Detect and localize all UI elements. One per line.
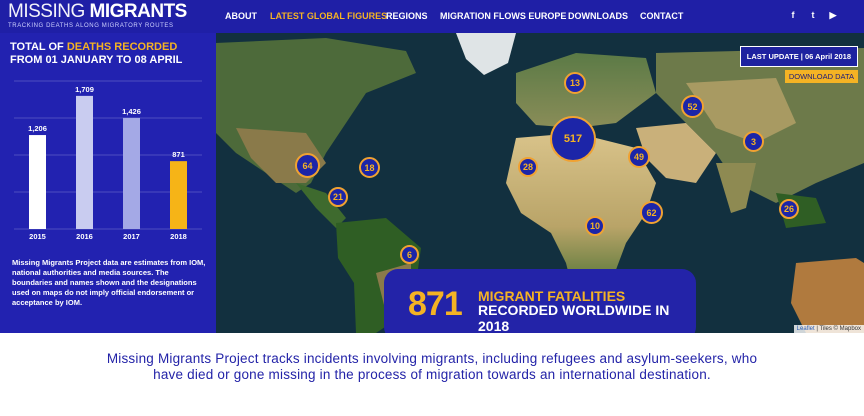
fatalities-banner: 871 MIGRANT FATALITIES RECORDED WORLDWID… xyxy=(384,269,696,333)
map-marker[interactable]: 64 xyxy=(295,153,320,178)
totals-panel: TOTAL OF DEATHS RECORDED FROM 01 JANUARY… xyxy=(0,33,216,333)
logo-text-missing: MISSING xyxy=(8,1,85,22)
chart-tick-label: 2017 xyxy=(123,232,140,241)
map-marker[interactable]: 13 xyxy=(564,72,586,94)
fatalities-count: 871 xyxy=(408,285,463,323)
chart-tick-label: 2018 xyxy=(170,232,187,241)
chart-value-label: 1,426 xyxy=(122,107,141,116)
map-marker[interactable]: 49 xyxy=(628,146,650,168)
nav-regions[interactable]: REGIONS xyxy=(386,11,428,21)
chart-value-label: 1,206 xyxy=(28,124,47,133)
chart-bar-2016[interactable] xyxy=(76,95,93,229)
chart-bar-2017[interactable] xyxy=(123,117,140,229)
chart-value-label: 1,709 xyxy=(75,85,94,94)
leaflet-link[interactable]: Leaflet xyxy=(797,326,815,332)
nav-migration-flows-europe[interactable]: MIGRATION FLOWS EUROPE xyxy=(440,11,566,21)
map-marker[interactable]: 3 xyxy=(743,131,764,152)
download-data-button[interactable]: DOWNLOAD DATA xyxy=(784,70,858,83)
map-marker[interactable]: 62 xyxy=(640,201,663,224)
disclaimer-note: Missing Migrants Project data are estima… xyxy=(12,258,206,307)
fatalities-subtitle: RECORDED WORLDWIDE IN 2018 xyxy=(478,302,670,333)
chart-value-label: 871 xyxy=(172,150,185,159)
nav-latest-global-figures[interactable]: LATEST GLOBAL FIGURES xyxy=(270,11,387,21)
nav-contact[interactable]: CONTACT xyxy=(640,11,683,21)
map-marker[interactable]: 517 xyxy=(550,116,596,162)
logo-text-migrants: MIGRANTS xyxy=(89,1,188,22)
nav-downloads[interactable]: DOWNLOADS xyxy=(568,11,628,21)
chart-tick-label: 2016 xyxy=(76,232,93,241)
map-marker[interactable]: 28 xyxy=(518,157,538,177)
attribution-text: | Tiles © Mapbox xyxy=(816,326,861,332)
map-marker[interactable]: 6 xyxy=(400,245,419,264)
top-navbar: MISSING MIGRANTS TRACKING DEATHS ALONG M… xyxy=(0,0,864,33)
last-update-label: LAST UPDATE | 06 April 2018 xyxy=(739,46,858,67)
chart-bar-2018[interactable] xyxy=(170,161,187,229)
youtube-icon[interactable]: ▶ xyxy=(827,10,839,22)
map-marker[interactable]: 52 xyxy=(681,95,704,118)
project-description: Missing Migrants Project tracks incident… xyxy=(106,351,758,382)
chart-bar-2015[interactable] xyxy=(29,135,46,229)
site-logo[interactable]: MISSING MIGRANTS TRACKING DEATHS ALONG M… xyxy=(8,1,188,30)
twitter-icon[interactable]: t xyxy=(807,10,819,22)
map-marker[interactable]: 26 xyxy=(779,199,799,219)
map-marker[interactable]: 18 xyxy=(359,157,380,178)
world-map[interactable]: 13 52 517 3 64 18 28 49 21 62 10 26 6 LA… xyxy=(216,33,864,333)
logo-tagline: TRACKING DEATHS ALONG MIGRATORY ROUTES xyxy=(8,23,174,29)
map-attribution: Leaflet | Tiles © Mapbox xyxy=(793,325,864,333)
deaths-bar-chart: 1,206 2015 1,709 2016 1,426 2017 871 2018 xyxy=(14,80,202,241)
facebook-icon[interactable]: f xyxy=(787,10,799,22)
map-marker[interactable]: 21 xyxy=(328,187,348,207)
chart-tick-label: 2015 xyxy=(29,232,46,241)
map-marker[interactable]: 10 xyxy=(585,216,605,236)
nav-about[interactable]: ABOUT xyxy=(225,11,257,21)
